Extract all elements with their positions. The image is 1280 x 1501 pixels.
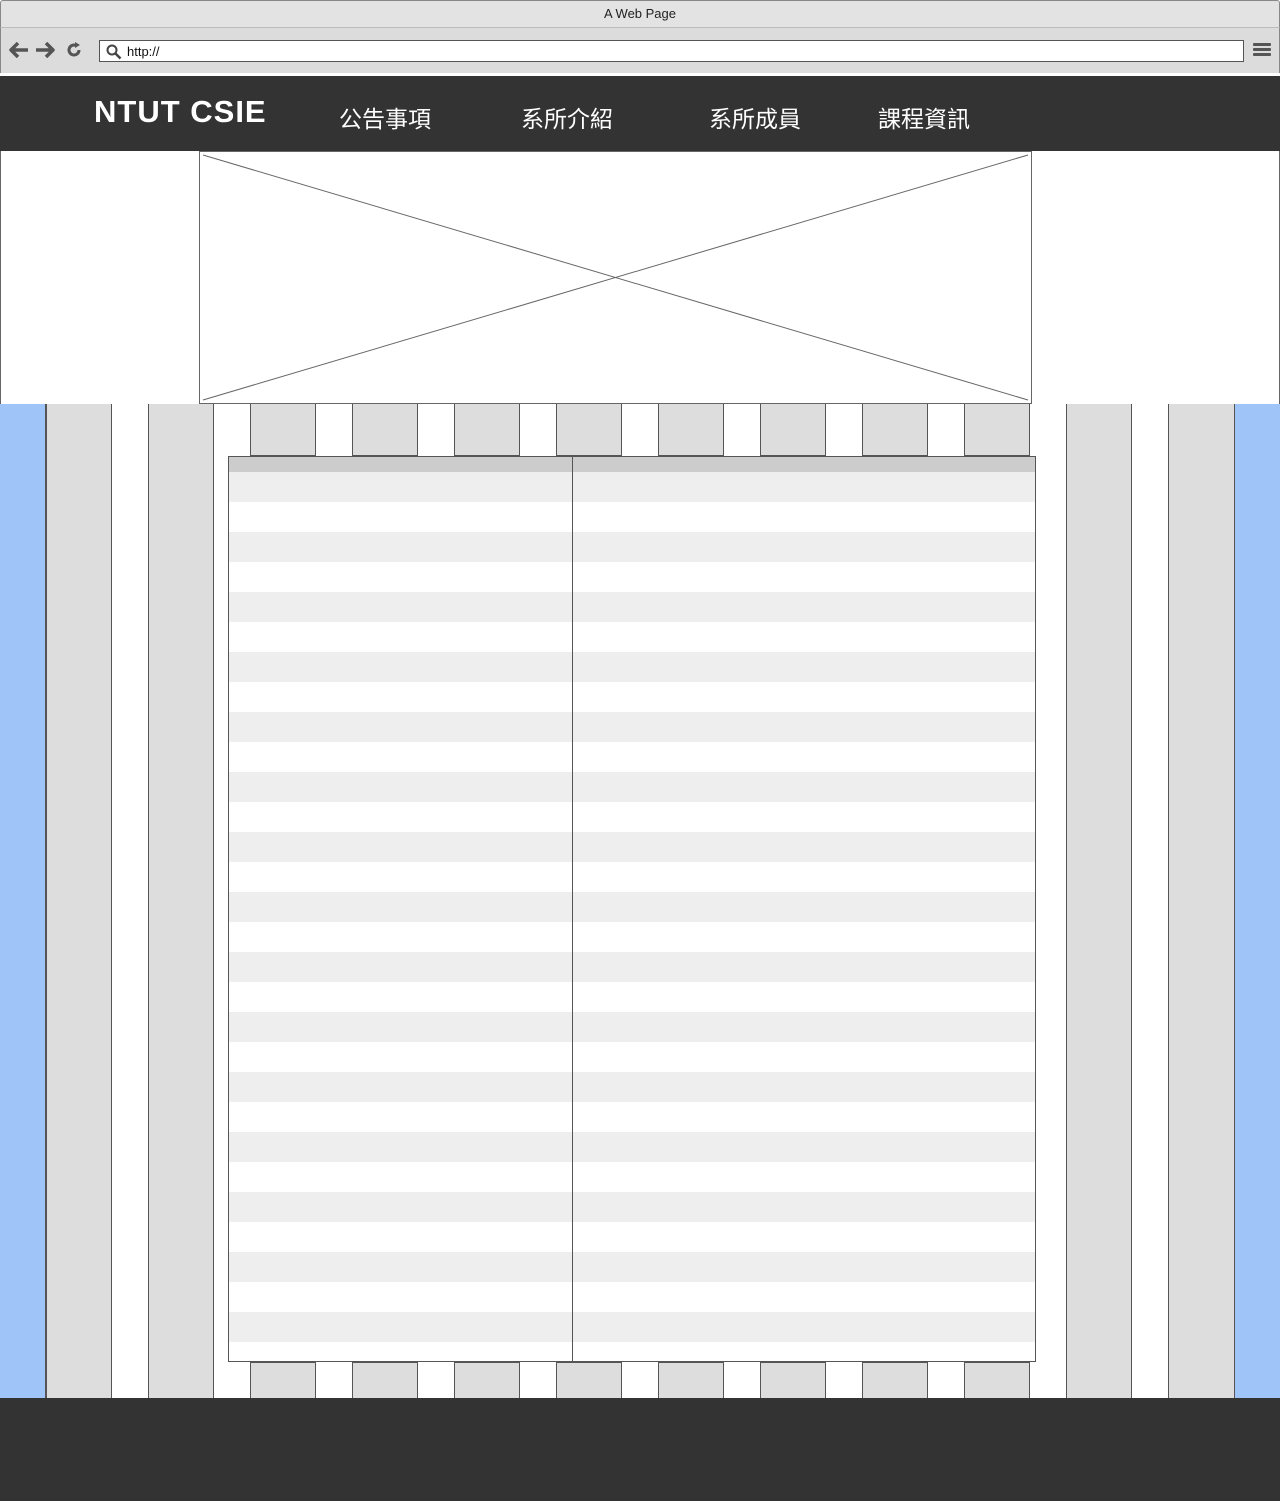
grid-column [658, 1362, 724, 1398]
grid-column [862, 1362, 928, 1398]
grid-column [250, 1362, 316, 1398]
nav-item-department-intro[interactable]: 系所介紹 [521, 100, 613, 134]
window-title: A Web Page [603, 6, 677, 21]
address-url: http:// [127, 44, 160, 59]
grid-column [1168, 404, 1235, 1398]
grid-column [862, 404, 928, 456]
reload-icon[interactable] [63, 40, 85, 60]
site-header: NTUT CSIE 公告事項 系所介紹 系所成員 課程資訊 [0, 76, 1280, 151]
table-row [229, 652, 1035, 682]
grid-column [454, 404, 520, 456]
table-row [229, 892, 1035, 922]
table-row [229, 742, 1035, 772]
table-row [229, 862, 1035, 892]
table-row [229, 772, 1035, 802]
grid-margin-left [0, 404, 46, 1398]
grid-column [352, 1362, 418, 1398]
grid-column [250, 404, 316, 456]
table-row [229, 1132, 1035, 1162]
table-row [229, 712, 1035, 742]
grid-column [964, 1362, 1030, 1398]
grid-column [454, 1362, 520, 1398]
nav-item-department-members[interactable]: 系所成員 [709, 100, 801, 134]
grid-column [556, 404, 622, 456]
table-row [229, 682, 1035, 712]
image-placeholder [199, 151, 1032, 404]
site-logo[interactable]: NTUT CSIE [94, 94, 267, 130]
back-arrow-icon[interactable] [8, 40, 30, 60]
grid-column [1066, 404, 1132, 1398]
table-row [229, 802, 1035, 832]
table-row [229, 1222, 1035, 1252]
table-row [229, 1042, 1035, 1072]
nav-item-announcements[interactable]: 公告事項 [339, 100, 431, 134]
table-row [229, 1012, 1035, 1042]
grid-column [556, 1362, 622, 1398]
search-icon [106, 44, 122, 65]
table-row [229, 1162, 1035, 1192]
grid-column [46, 404, 112, 1398]
table-row [229, 532, 1035, 562]
grid-column [964, 404, 1030, 456]
column-divider [572, 457, 573, 1361]
table-row [229, 622, 1035, 652]
table-row [229, 922, 1035, 952]
grid-column [658, 404, 724, 456]
table-row [229, 562, 1035, 592]
address-bar[interactable]: http:// [99, 40, 1244, 62]
site-footer [0, 1398, 1280, 1501]
forward-arrow-icon[interactable] [34, 40, 56, 60]
browser-toolbar: http:// [0, 27, 1280, 73]
table-row [229, 1282, 1035, 1312]
grid-column [352, 404, 418, 456]
nav-item-course-info[interactable]: 課程資訊 [878, 100, 970, 134]
table-row [229, 832, 1035, 862]
browser-title-bar: A Web Page [0, 0, 1280, 27]
grid-column [760, 1362, 826, 1398]
grid-margin-right [1234, 404, 1280, 1398]
table-row [229, 1192, 1035, 1222]
hero-banner [0, 151, 1280, 404]
table-row [229, 952, 1035, 982]
table-row [229, 1102, 1035, 1132]
table-header [229, 457, 1035, 472]
table-row [229, 472, 1035, 502]
grid-column [760, 404, 826, 456]
table-row [229, 502, 1035, 532]
menu-icon[interactable] [1253, 41, 1271, 59]
table-row [229, 1072, 1035, 1102]
table-row [229, 1312, 1035, 1342]
table-row [229, 1252, 1035, 1282]
table-row [229, 592, 1035, 622]
grid-column [148, 404, 214, 1398]
table-row [229, 982, 1035, 1012]
data-table [228, 456, 1036, 1362]
